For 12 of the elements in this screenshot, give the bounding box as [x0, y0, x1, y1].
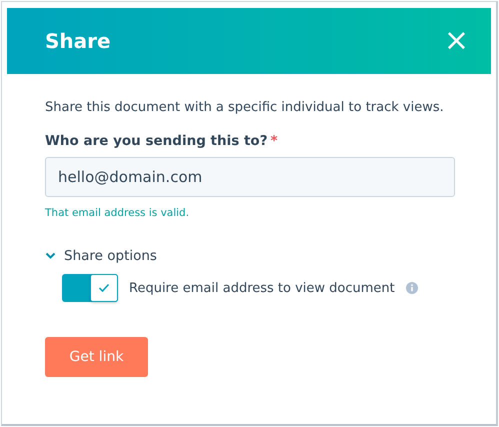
validation-message: That email address is valid. — [45, 207, 190, 219]
toggle-switch[interactable] — [62, 274, 118, 302]
dialog-title: Share — [45, 29, 111, 53]
description-text: Share this document with a specific individual to track views. — [45, 100, 444, 115]
chevron-icon — [45, 252, 56, 260]
email-input-field[interactable]: hello@domain.com — [45, 157, 455, 197]
field-label: Who are you sending this to? — [45, 133, 268, 149]
toggle-label: Require email address to view document — [129, 280, 395, 296]
required-mark: * — [270, 133, 278, 149]
check-icon — [98, 283, 110, 293]
info-icon[interactable] — [406, 282, 418, 294]
share-options-toggle[interactable]: Share options — [45, 248, 157, 264]
